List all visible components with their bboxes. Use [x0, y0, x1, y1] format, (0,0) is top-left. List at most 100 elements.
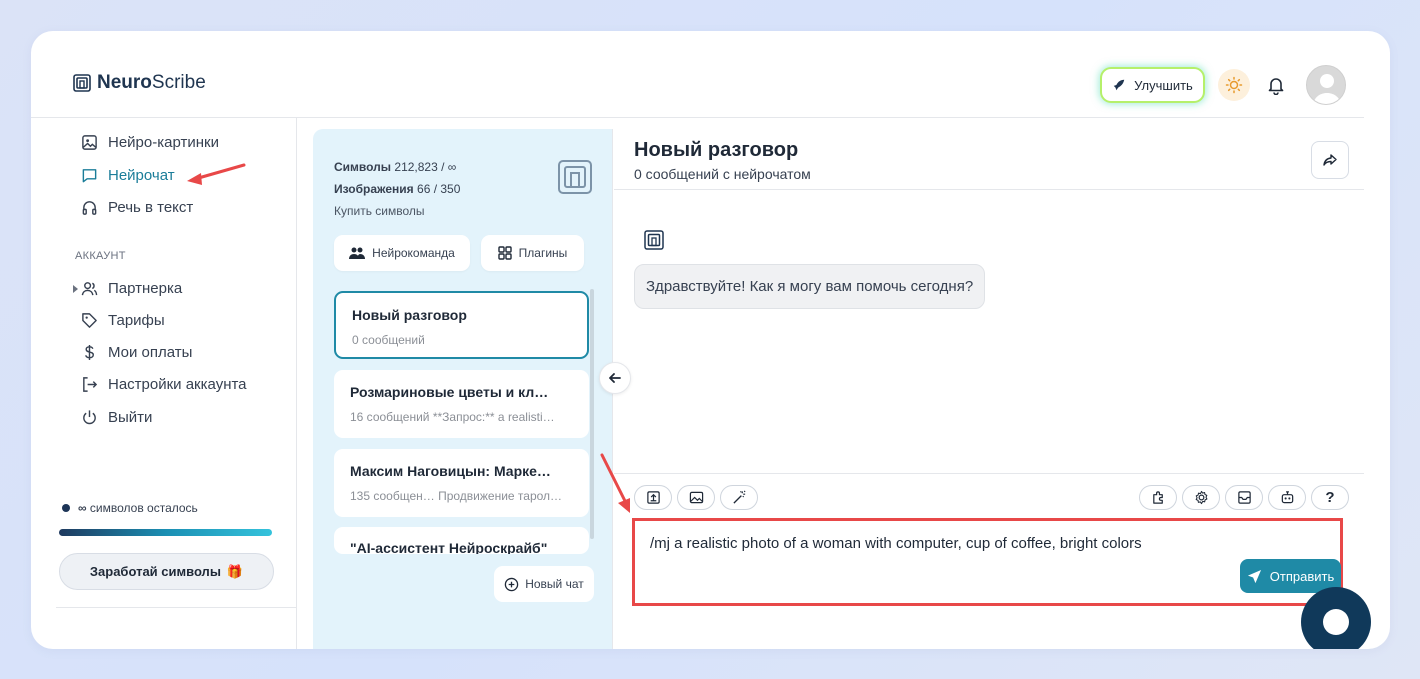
magic-wand-button[interactable]: [720, 485, 758, 510]
message-input-highlight[interactable]: /mj a realistic photo of a woman with co…: [632, 518, 1343, 606]
support-chat-widget[interactable]: [1301, 587, 1371, 649]
symbols-value: 212,823 / ∞: [394, 160, 457, 174]
logo-icon: [73, 74, 91, 92]
earn-label: Заработай символы: [89, 564, 221, 579]
chat-list-item[interactable]: "AI-ассистент Нейроскрайб": [334, 527, 589, 554]
chat-list-item[interactable]: Розмариновые цветы и кл… 16 сообщений **…: [334, 370, 589, 438]
assistant-message: Здравствуйте! Как я могу вам помочь сего…: [634, 264, 986, 309]
upgrade-button[interactable]: Улучшить: [1102, 69, 1203, 101]
new-chat-label: Новый чат: [525, 577, 584, 591]
chat-item-meta: 0 сообщений: [352, 333, 425, 347]
chat-subtitle: 0 сообщений с нейрочатом: [634, 166, 811, 182]
template-button[interactable]: [1225, 485, 1263, 510]
image-icon: [82, 135, 97, 150]
symbols-label: Символы: [334, 160, 392, 174]
sidebar-item-payments[interactable]: Мои оплаты: [81, 344, 192, 361]
tag-icon: [82, 313, 97, 328]
sidebar-item-images[interactable]: Нейро-картинки: [81, 134, 219, 151]
chat-title: Новый разговор: [634, 139, 799, 161]
sidebar-item-account-settings[interactable]: Настройки аккаунта: [81, 376, 247, 393]
chat-item-meta: 135 сообщен… Продвижение тарол…: [350, 489, 563, 503]
plugins-label: Плагины: [518, 246, 568, 260]
chat-item-title: Максим Наговицын: Марке…: [350, 463, 551, 479]
chat-list-item[interactable]: Максим Наговицын: Марке… 135 сообщен… Пр…: [334, 449, 589, 517]
plus-circle-icon: [504, 577, 519, 591]
bot-button[interactable]: [1268, 485, 1306, 510]
sidebar-item-label: Речь в текст: [108, 199, 194, 216]
logo[interactable]: NeuroScribe: [73, 72, 206, 94]
gear-icon: [1195, 490, 1207, 505]
upload-icon: [646, 491, 660, 504]
remaining-label: символов осталось: [89, 501, 198, 515]
new-chat-button[interactable]: Новый чат: [494, 566, 594, 602]
chat-item-title: Розмариновые цветы и кл…: [350, 384, 549, 400]
composer-divider: [614, 473, 1364, 474]
sidebar-item-label: Нейро-картинки: [108, 134, 219, 151]
users-icon: [81, 282, 98, 296]
share-button[interactable]: [1311, 141, 1349, 179]
images-label: Изображения: [334, 182, 414, 196]
sidebar-item-label: Нейрочат: [108, 167, 175, 184]
images-value: 66 / 350: [417, 182, 461, 196]
chat-item-title: Новый разговор: [352, 307, 467, 323]
power-icon: [83, 410, 96, 425]
image-tool-button[interactable]: [677, 485, 715, 510]
magic-wand-icon: [732, 490, 746, 504]
assistant-logo-icon: [644, 230, 664, 250]
headphones-icon: [82, 201, 97, 215]
question-icon: ?: [1325, 489, 1335, 506]
user-avatar-icon: [1313, 74, 1341, 104]
sidebar-item-tariffs[interactable]: Тарифы: [81, 312, 165, 329]
annotation-arrow-icon: [600, 453, 630, 513]
sidebar-item-label: Партнерка: [108, 280, 183, 297]
chat-header-divider: [614, 189, 1364, 190]
chat-item-title: "AI-ассистент Нейроскрайб": [350, 540, 548, 554]
neuro-team-button[interactable]: Нейрокоманда: [334, 235, 470, 271]
collapse-panel-button[interactable]: [599, 362, 631, 394]
chat-list-panel: Символы 212,823 / ∞ Изображения 66 / 350…: [313, 129, 613, 649]
dollar-icon: [85, 344, 94, 361]
sidebar-item-logout[interactable]: Выйти: [81, 409, 152, 426]
brand-regular: Scribe: [151, 72, 206, 93]
sidebar-item-partner[interactable]: Партнерка: [81, 280, 182, 297]
team-icon: [349, 247, 366, 259]
sun-icon: [1225, 76, 1243, 94]
image-icon: [689, 491, 703, 504]
sidebar-item-label: Выйти: [108, 409, 153, 426]
puzzle-icon: [1152, 491, 1163, 504]
avatar[interactable]: [1306, 65, 1346, 105]
earn-symbols-button[interactable]: Заработай символы 🎁: [59, 553, 274, 590]
plugin-button[interactable]: [1139, 485, 1177, 510]
message-input[interactable]: /mj a realistic photo of a woman with co…: [650, 535, 1142, 552]
sidebar-item-label: Настройки аккаунта: [108, 376, 247, 393]
send-label: Отправить: [1269, 568, 1335, 584]
theme-toggle[interactable]: [1218, 69, 1250, 101]
team-label: Нейрокоманда: [372, 246, 455, 260]
share-icon: [1323, 154, 1337, 166]
sidebar-item-label: Мои оплаты: [108, 344, 193, 361]
chat-icon: [82, 169, 97, 183]
status-dot: [62, 504, 70, 512]
app-window: NeuroScribe Улучшить Нейро-картинки Нейр…: [31, 31, 1390, 649]
brand-bold: Neuro: [97, 72, 152, 93]
notifications-button[interactable]: [1264, 73, 1288, 97]
help-button[interactable]: ?: [1311, 485, 1349, 510]
symbols-remaining: ∞ символов осталось: [62, 501, 198, 515]
infinity-symbol: ∞: [78, 501, 87, 515]
grid-icon: [497, 246, 512, 260]
expand-caret-icon[interactable]: [73, 285, 78, 293]
sidebar: Нейро-картинки Нейрочат Речь в текст АКК…: [31, 118, 297, 649]
layout-icon: [1237, 491, 1251, 504]
usage-stats: Символы 212,823 / ∞ Изображения 66 / 350…: [334, 156, 460, 222]
settings-button[interactable]: [1182, 485, 1220, 510]
bell-icon: [1268, 78, 1284, 95]
chat-list-item[interactable]: Новый разговор 0 сообщений: [334, 291, 589, 359]
sidebar-bottom-divider: [56, 607, 297, 608]
settings-exit-icon: [83, 377, 98, 392]
sidebar-item-chat[interactable]: Нейрочат: [81, 167, 175, 184]
symbols-progress-bar: [59, 529, 272, 536]
sidebar-item-speech[interactable]: Речь в текст: [81, 199, 193, 216]
plugins-button[interactable]: Плагины: [481, 235, 584, 271]
annotation-arrow-icon: [187, 163, 246, 185]
buy-symbols-link[interactable]: Купить символы: [334, 200, 460, 222]
